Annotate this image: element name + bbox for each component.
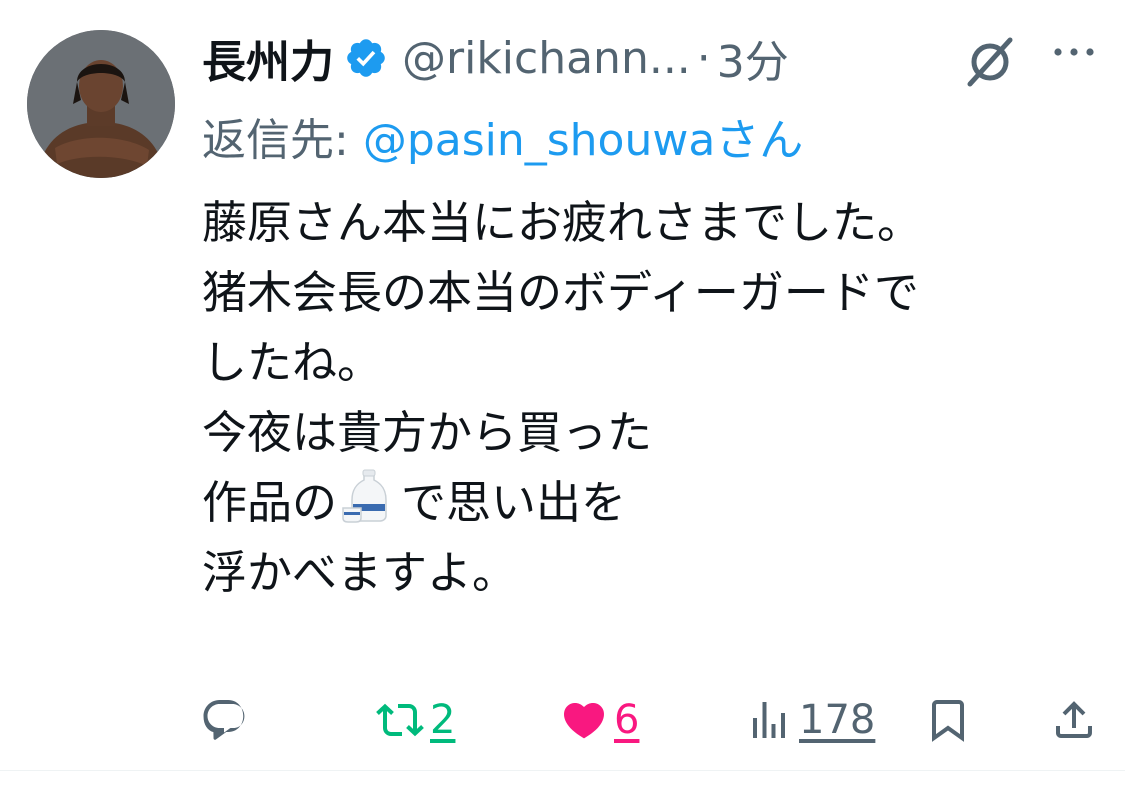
tweet-line: 浮かべますよ。 [202,546,518,599]
divider [0,770,1125,771]
sake-emoji [342,469,387,523]
separator-dot: · [696,32,711,84]
share-button[interactable] [1050,690,1098,750]
like-button[interactable]: 6 [560,690,639,750]
reply-icon [203,700,245,740]
like-count[interactable]: 6 [614,697,639,743]
verified-badge-icon [347,39,385,77]
author-handle[interactable]: @rikichann... [402,33,691,84]
tweet-line: 藤原さん本当にお疲れさまでした。 [202,196,923,249]
tweet[interactable]: 長州力 @rikichann... · 3分 返信先: @pasin_shouw… [0,0,1125,785]
bookmark-button[interactable] [924,690,972,750]
action-bar: 2 6 178 [0,690,1125,750]
reply-button[interactable] [200,690,248,750]
bookmark-icon [932,700,964,742]
author-name[interactable]: 長州力 [202,26,334,90]
grok-icon[interactable] [960,34,1020,88]
tweet-line: 猪木会長の本当のボディーガードで [202,266,919,319]
reply-prefix: 返信先: [202,115,363,166]
repost-icon [376,703,424,737]
repost-count[interactable]: 2 [430,697,455,743]
tweet-line: したね。 [202,336,383,389]
tweet-line: 作品の で思い出を [202,468,1102,538]
reply-suffix: さん [715,115,804,166]
reply-mention[interactable]: @pasin_shouwa [363,115,716,166]
tweet-text: 藤原さん本当にお疲れさまでした。 猪木会長の本当のボディーガードで したね。 今… [202,188,1102,608]
timestamp[interactable]: 3分 [717,26,789,90]
reply-context: 返信先: @pasin_shouwaさん [202,104,803,168]
tweet-line-part: で思い出を [401,476,627,529]
tweet-line-part: 作品の [202,476,338,529]
avatar[interactable] [27,30,175,178]
views-icon [753,702,785,738]
more-icon[interactable] [1048,32,1100,72]
views-count[interactable]: 178 [799,697,875,743]
repost-button[interactable]: 2 [376,690,455,750]
views-button[interactable]: 178 [745,690,875,750]
tweet-header: 長州力 @rikichann... · 3分 [202,26,789,90]
tweet-line: 今夜は貴方から買った [202,406,653,459]
heart-icon [563,703,605,739]
share-icon [1056,701,1092,738]
